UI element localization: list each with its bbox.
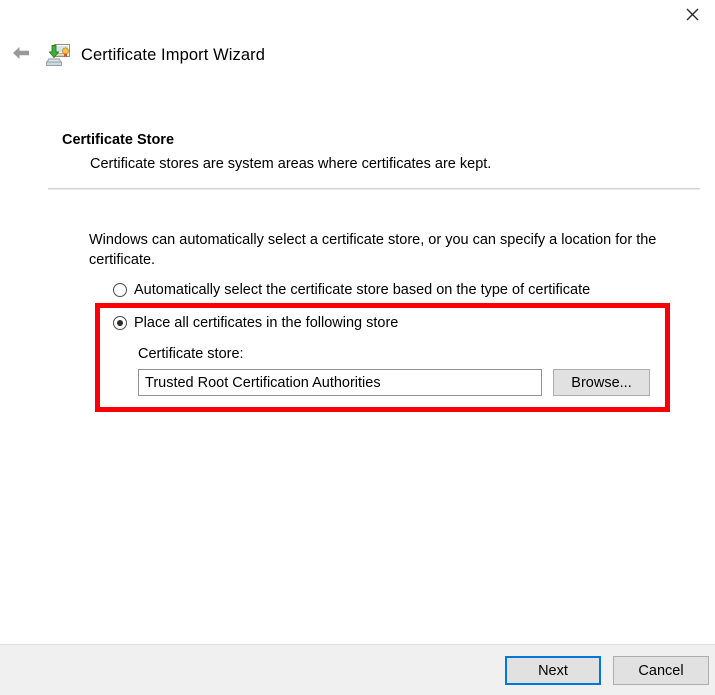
close-icon — [686, 8, 699, 21]
title-bar — [0, 0, 715, 28]
browse-button[interactable]: Browse... — [553, 369, 650, 396]
next-button[interactable]: Next — [505, 656, 601, 685]
close-button[interactable] — [669, 0, 715, 28]
wizard-header: Certificate Import Wizard — [0, 38, 715, 72]
radio-label-automatic: Automatically select the certificate sto… — [134, 282, 591, 298]
back-button[interactable] — [8, 42, 34, 68]
window-title: Certificate Import Wizard — [81, 45, 266, 64]
cancel-button[interactable]: Cancel — [613, 656, 709, 685]
page-subtitle: Certificate stores are system areas wher… — [90, 156, 492, 172]
radio-automatic-select[interactable]: Automatically select the certificate sto… — [113, 282, 590, 298]
footer-bar: Next Cancel — [0, 644, 715, 695]
radio-place-all[interactable]: Place all certificates in the following … — [113, 315, 398, 331]
radio-indicator-place-all — [113, 316, 127, 330]
back-arrow-icon — [10, 44, 32, 67]
page-title: Certificate Store — [62, 132, 175, 148]
certificate-import-icon — [45, 42, 72, 68]
certificate-store-label: Certificate store: — [138, 346, 244, 362]
radio-indicator-automatic — [113, 283, 127, 297]
header-divider — [48, 188, 700, 190]
certificate-store-input[interactable] — [138, 369, 542, 396]
radio-label-place-all: Place all certificates in the following … — [134, 315, 399, 331]
description-text: Windows can automatically select a certi… — [89, 232, 657, 268]
